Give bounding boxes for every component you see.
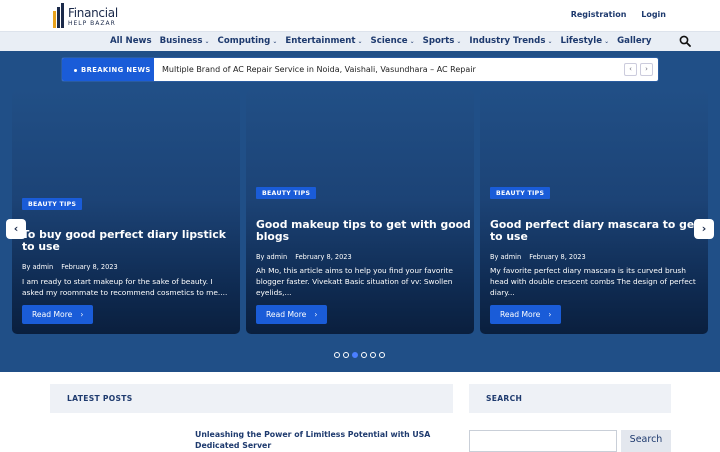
category-badge[interactable]: BEAUTY TIPS [256,187,317,199]
chevron-down-icon: ⌄ [547,38,553,45]
search-heading: SEARCH [469,384,671,413]
arrow-right-icon: › [548,310,552,319]
nav-item-gallery[interactable]: Gallery [617,36,651,46]
arrow-right-icon: › [80,310,84,319]
chevron-down-icon: ⌄ [409,38,415,45]
card-meta: By admin February 8, 2023 [22,263,118,271]
slider-dots [334,352,385,358]
live-dot-icon [74,68,77,72]
slider-card[interactable]: BEAUTY TIPS Good makeup tips to get with… [246,90,474,334]
main-nav: All News Business ⌄ Computing ⌄ Entertainment… [0,31,720,51]
latest-posts-heading: LATEST POSTS [50,384,453,413]
auth-links: Registration Login [559,10,666,19]
card-title[interactable]: Good makeup tips to get with good blogs [256,219,471,243]
nav-item-computing[interactable]: Computing ⌄ [218,36,278,46]
card-excerpt: I am ready to start makeup for the sake … [22,277,228,297]
read-more-button[interactable]: Read More › [256,305,328,324]
nav-item-science[interactable]: Science ⌄ [371,36,415,46]
ticker-headline[interactable]: Multiple Brand of AC Repair Service in N… [162,65,476,74]
slider-dot[interactable] [343,352,349,358]
nav-item-sports[interactable]: Sports ⌄ [423,36,462,46]
read-more-button[interactable]: Read More › [490,305,562,324]
site-logo[interactable]: Financial HELP BAZAR [53,3,123,29]
latest-post-title[interactable]: Unleashing the Power of Limitless Potent… [195,429,445,451]
breaking-news-ticker: BREAKING NEWS Multiple Brand of AC Repai… [61,57,659,82]
slider-dot[interactable] [334,352,340,358]
nav-item-industry-trends[interactable]: Industry Trends ⌄ [469,36,552,46]
category-badge[interactable]: BEAUTY TIPS [22,198,83,210]
nav-item-entertainment[interactable]: Entertainment ⌄ [285,36,362,46]
card-meta: By admin February 8, 2023 [490,253,586,261]
chevron-down-icon: ⌄ [204,38,210,45]
card-title[interactable]: To buy good perfect diary lipstick to us… [22,229,237,253]
slider-prev-button[interactable]: ‹ [6,219,26,239]
slider-dot[interactable] [352,352,358,358]
logo-text-main: Financial [68,6,118,20]
slider-card[interactable]: BEAUTY TIPS To buy good perfect diary li… [12,90,240,334]
read-more-button[interactable]: Read More › [22,305,94,324]
chevron-down-icon: ⌄ [272,38,278,45]
nav-item-lifestyle[interactable]: Lifestyle ⌄ [560,36,609,46]
slider-dot[interactable] [370,352,376,358]
nav-list: All News Business ⌄ Computing ⌄ Entertainment… [110,36,660,46]
breaking-news-label: BREAKING NEWS [62,58,154,81]
logo-bars-icon [53,3,64,28]
ticker-prev-button[interactable]: ‹ [624,63,637,76]
nav-item-all-news[interactable]: All News [110,36,152,46]
top-header: Financial HELP BAZAR Registration Login [0,0,720,31]
chevron-down-icon: ⌄ [604,38,610,45]
arrow-right-icon: › [314,310,318,319]
slider-dot[interactable] [379,352,385,358]
category-badge[interactable]: BEAUTY TIPS [490,187,551,199]
nav-item-business[interactable]: Business ⌄ [160,36,210,46]
slider-dot[interactable] [361,352,367,358]
search-icon[interactable] [679,35,691,47]
logo-text-sub: HELP BAZAR [68,20,116,27]
slider-card[interactable]: BEAUTY TIPS Good perfect diary mascara t… [480,90,708,334]
registration-link[interactable]: Registration [571,10,627,19]
sidebar-search-button[interactable]: Search [621,430,671,452]
chevron-down-icon: ⌄ [456,38,462,45]
card-meta: By admin February 8, 2023 [256,253,352,261]
card-title[interactable]: Good perfect diary mascara to get to use [490,219,705,243]
slider-next-button[interactable]: › [694,219,714,239]
card-excerpt: Ah Mo, this article aims to help you fin… [256,266,453,297]
chevron-down-icon: ⌄ [357,38,363,45]
sidebar-search-input[interactable] [469,430,617,452]
login-link[interactable]: Login [641,10,666,19]
card-excerpt: My favorite perfect diary mascara is its… [490,266,696,297]
ticker-next-button[interactable]: › [640,63,653,76]
